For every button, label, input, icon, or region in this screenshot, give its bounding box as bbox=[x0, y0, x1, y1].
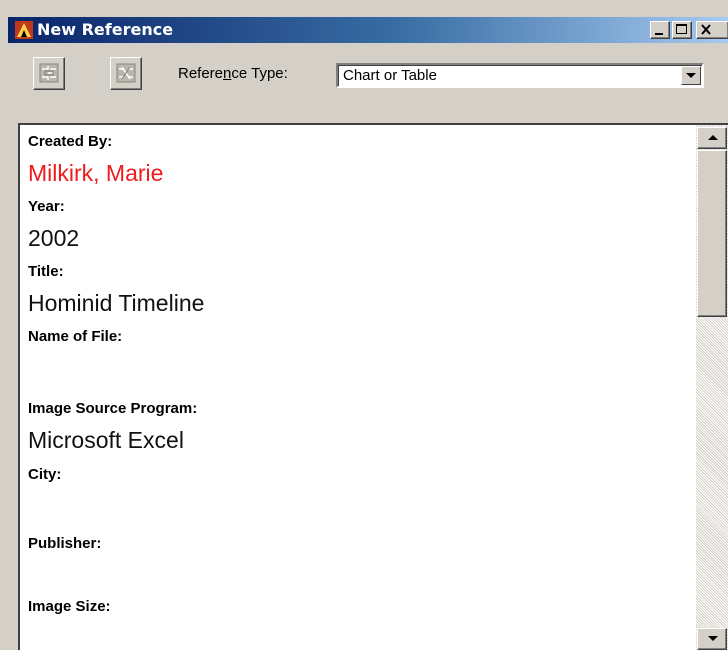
reference-type-select[interactable]: Chart or Table bbox=[336, 63, 704, 88]
city-label: City: bbox=[28, 466, 62, 483]
toolbar: Reference Type: Chart or Table bbox=[8, 43, 728, 117]
maximize-button[interactable] bbox=[672, 21, 692, 39]
reference-type-value: Chart or Table bbox=[343, 67, 437, 84]
created-by-value[interactable]: Milkirk, Marie bbox=[28, 160, 163, 187]
reference-fields-panel[interactable]: Created By: Milkirk, Marie Year: 2002 Ti… bbox=[18, 123, 728, 650]
minimize-icon bbox=[655, 33, 663, 35]
year-label: Year: bbox=[28, 198, 65, 215]
close-button[interactable] bbox=[696, 21, 728, 39]
window-title: New Reference bbox=[37, 20, 174, 39]
close-icon bbox=[701, 24, 711, 35]
unlink-reference-button[interactable] bbox=[110, 57, 142, 90]
image-source-program-value[interactable]: Microsoft Excel bbox=[28, 427, 184, 454]
scroll-down-arrow-icon bbox=[708, 636, 718, 641]
minimize-button[interactable] bbox=[650, 21, 670, 39]
image-size-label: Image Size: bbox=[28, 598, 111, 615]
title-bar[interactable]: New Reference bbox=[8, 17, 728, 43]
unlink-reference-icon bbox=[116, 63, 136, 83]
new-reference-window: New Reference Reference Type: Chart or T… bbox=[0, 0, 728, 650]
publisher-label: Publisher: bbox=[28, 535, 102, 552]
year-value[interactable]: 2002 bbox=[28, 225, 79, 252]
app-window-icon bbox=[15, 21, 33, 39]
link-reference-button[interactable] bbox=[33, 57, 65, 90]
scroll-thumb[interactable] bbox=[697, 150, 727, 317]
scroll-up-button[interactable] bbox=[697, 127, 727, 149]
title-label: Title: bbox=[28, 263, 64, 280]
chevron-down-icon bbox=[686, 73, 696, 78]
maximize-icon bbox=[676, 24, 687, 34]
name-of-file-label: Name of File: bbox=[28, 328, 123, 345]
reference-type-label: Reference Type: bbox=[178, 65, 288, 82]
image-source-program-label: Image Source Program: bbox=[28, 400, 198, 417]
reference-type-dropdown-button[interactable] bbox=[681, 66, 701, 85]
created-by-label: Created By: bbox=[28, 133, 113, 150]
scroll-up-arrow-icon bbox=[708, 135, 718, 140]
scroll-down-button[interactable] bbox=[697, 628, 727, 650]
link-reference-icon bbox=[39, 63, 59, 83]
title-value[interactable]: Hominid Timeline bbox=[28, 290, 204, 317]
vertical-scrollbar[interactable] bbox=[696, 125, 728, 650]
